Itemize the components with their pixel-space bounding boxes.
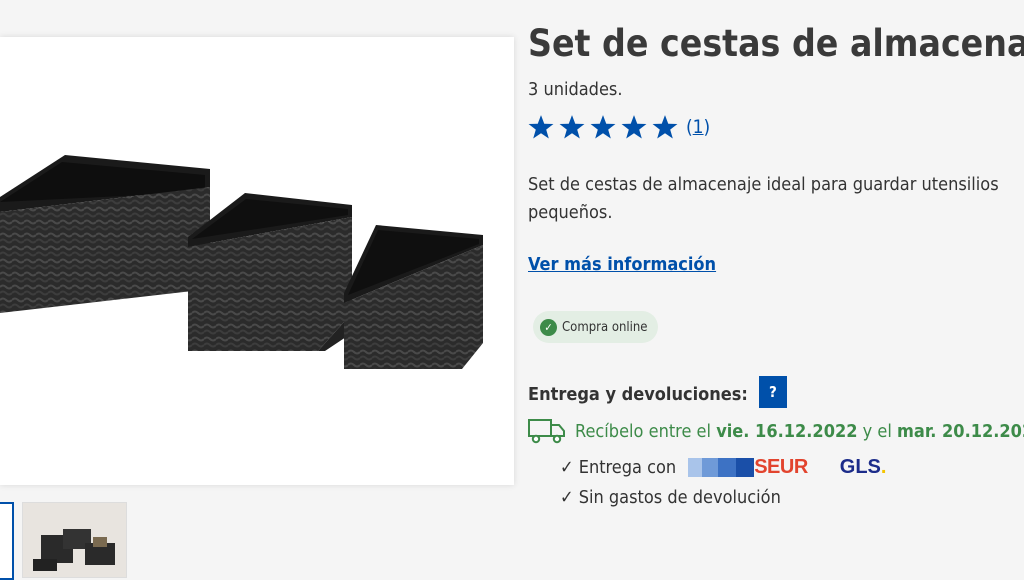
gls-text: GLS [839, 456, 881, 478]
product-main-image[interactable] [0, 37, 514, 485]
seur-text: SEUR [754, 456, 808, 478]
gls-logo: GLS. [840, 456, 887, 479]
delivery-heading-label: Entrega y devoluciones: [528, 383, 748, 405]
baskets-illustration [0, 155, 483, 369]
returns-line: ✓ Sin gastos de devolución [560, 487, 781, 508]
carrier-prefix: ✓ Entrega con [560, 457, 677, 478]
thumbnail-baskets-image [33, 529, 115, 571]
product-subtitle: 3 unidades. [528, 79, 623, 100]
star-icon [590, 115, 616, 139]
badge-label: Compra online [562, 319, 648, 335]
date-from: vie. 16.12.2022 [716, 420, 858, 442]
receive-mid: y el [862, 420, 892, 442]
review-count-value: 1 [692, 116, 704, 138]
review-count-close: ) [703, 116, 711, 138]
star-icon [559, 115, 585, 139]
gls-dot: . [880, 456, 887, 478]
online-purchase-badge: ✓ Compra online [533, 311, 658, 343]
product-description: Set de cestas de almacenaje ideal para g… [528, 174, 999, 223]
check-circle-icon: ✓ [540, 318, 557, 336]
delivery-estimate: Recíbelo entre el vie. 16.12.2022 y el m… [528, 418, 1024, 444]
star-icon [528, 115, 554, 139]
review-count-link[interactable]: (1) [686, 116, 710, 138]
star-icon [621, 115, 647, 139]
thumbnail-2[interactable] [22, 502, 127, 578]
carrier-line: ✓ Entrega con SEUR GLS. [560, 456, 886, 479]
rating[interactable]: (1) [528, 114, 710, 140]
product-title: Set de cestas de almacenaje [528, 22, 1024, 65]
star-icon [652, 115, 678, 139]
thumbnail-1[interactable] [0, 502, 14, 580]
more-info-link[interactable]: Ver más información [528, 254, 716, 275]
help-button[interactable]: ? [758, 376, 787, 408]
seur-logo: SEUR [688, 456, 808, 479]
delivery-heading: Entrega y devoluciones: ? [528, 376, 787, 408]
date-to: mar. 20.12.2022. [897, 420, 1024, 442]
receive-prefix: Recíbelo entre el [575, 420, 712, 442]
review-count-open: ( [686, 116, 693, 138]
truck-icon [528, 419, 565, 444]
